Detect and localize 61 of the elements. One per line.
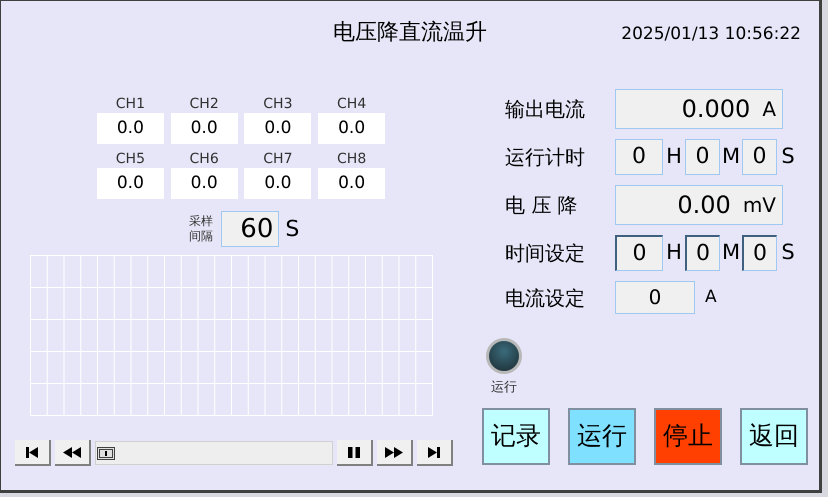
rewind-icon: [63, 446, 81, 458]
sampling-interval-label: 采样间隔: [189, 214, 214, 244]
pause-icon: [348, 446, 360, 458]
command-button[interactable]: 记录: [482, 408, 550, 464]
unit-label: H: [665, 239, 683, 266]
field-label: 输出电流: [505, 96, 586, 123]
channel-value: 0.0: [318, 168, 386, 199]
rewind-button[interactable]: [55, 440, 91, 466]
command-button[interactable]: 返回: [740, 408, 808, 464]
date-time: 2025/01/13 10:56:22: [621, 22, 801, 46]
unit-label: A: [762, 96, 776, 123]
channel-label: CH4: [337, 95, 366, 113]
screen-title: 电压降直流温升: [333, 19, 487, 47]
channel-value: 0.0: [318, 113, 386, 144]
channel-label: CH7: [263, 150, 292, 168]
readout-value: 0.00: [677, 190, 731, 221]
command-button[interactable]: 运行: [568, 408, 636, 464]
timer-value: 0: [742, 139, 777, 175]
time-input-field[interactable]: 0: [742, 235, 777, 271]
last-button[interactable]: [417, 440, 453, 466]
indicator-label: 运行: [491, 379, 517, 397]
pause-button[interactable]: [337, 440, 373, 466]
channel-label: CH3: [263, 95, 292, 113]
fast-forward-icon: [385, 446, 403, 458]
unit-label: M: [720, 239, 742, 266]
field-label: 电流设定: [505, 284, 586, 312]
scroll-track[interactable]: [95, 441, 333, 465]
readout-value: 0.000: [682, 94, 750, 125]
time-input-field[interactable]: 0: [685, 235, 720, 271]
timer-value: 0: [615, 139, 663, 175]
unit-label: M: [720, 143, 742, 170]
channel-value: 0.0: [244, 113, 312, 144]
channel-value: 0.0: [96, 113, 164, 144]
skip-start-icon: [26, 446, 38, 458]
unit-label: S: [780, 143, 796, 170]
scroll-thumb-icon[interactable]: [97, 446, 115, 460]
field-label: 时间设定: [505, 240, 586, 267]
channel-value: 0.0: [170, 113, 238, 144]
unit-label: S: [285, 216, 300, 244]
channel-label: CH1: [116, 95, 145, 113]
skip-end-icon: [428, 446, 440, 458]
time-input-field[interactable]: 0: [615, 235, 663, 271]
current-setting-field[interactable]: 0: [615, 281, 695, 314]
command-button[interactable]: 停止: [654, 408, 722, 464]
channel-label: CH8: [337, 150, 366, 168]
unit-label: S: [780, 239, 796, 266]
unit-label: mV: [742, 192, 776, 219]
channel-value: 0.0: [170, 168, 238, 199]
channel-value: 0.0: [96, 168, 164, 199]
sampling-interval-field[interactable]: 60: [221, 211, 280, 247]
channel-label: CH6: [190, 150, 219, 168]
first-button[interactable]: [15, 440, 51, 466]
channel-value: 0.0: [244, 168, 312, 199]
field-label: 运行计时: [505, 144, 586, 171]
unit-label: A: [705, 286, 717, 309]
field-label: 电 压 降: [505, 192, 579, 219]
timer-value: 0: [685, 139, 720, 175]
fast-forward-button[interactable]: [377, 440, 413, 466]
unit-label: H: [665, 143, 683, 170]
channel-label: CH5: [116, 150, 145, 168]
channel-label: CH2: [190, 95, 219, 113]
